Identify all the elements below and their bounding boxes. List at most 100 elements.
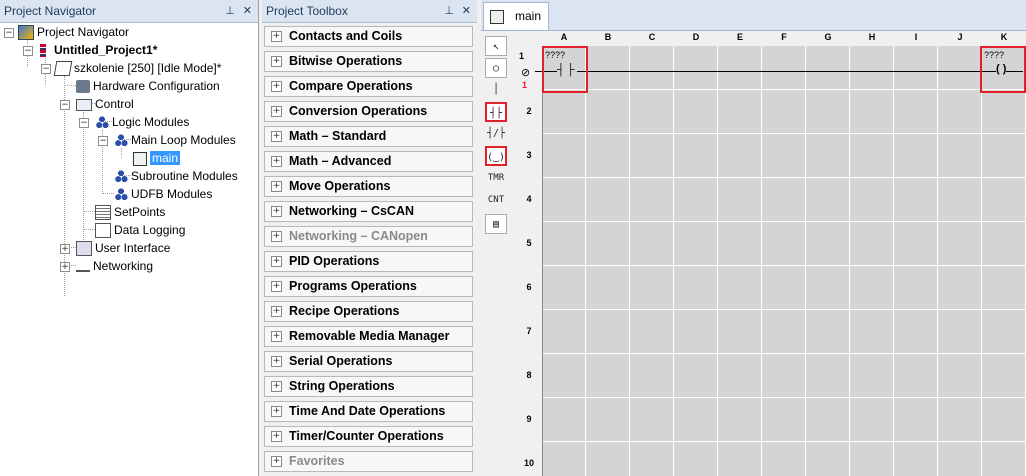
column-label: J (957, 32, 963, 42)
collapse-toggle[interactable]: − (4, 28, 14, 38)
power-flow-icon: ⊘ (521, 67, 531, 79)
coil-operand: ???? (984, 50, 1005, 60)
tree-item-udfb-modules[interactable]: UDFB Modules (114, 186, 212, 203)
toolbox-group[interactable]: + Timer/Counter Operations (264, 426, 473, 447)
pin-icon[interactable]: ⊥ (444, 5, 454, 17)
toolbox-group[interactable]: + String Operations (264, 376, 473, 397)
expand-icon: + (271, 306, 282, 317)
tree-item-project[interactable]: Untitled_Project1* (37, 42, 157, 59)
expand-icon: + (271, 31, 282, 42)
normally-open-contact-button[interactable]: ┤├ (485, 102, 507, 122)
expand-icon: + (271, 181, 282, 192)
project-toolbox-panel: Project Toolbox ⊥ ✕ + Contacts and Coils + B… (262, 0, 477, 476)
project-navigator-icon (18, 25, 34, 41)
toolbox-group-label: Favorites (289, 454, 345, 468)
tree-item-main-loop-modules[interactable]: Main Loop Modules (114, 132, 236, 149)
column-label: A (560, 32, 568, 42)
expand-toggle[interactable]: + (60, 244, 70, 254)
tree-item-logic-modules[interactable]: Logic Modules (95, 114, 189, 131)
tree-item-main[interactable]: main (133, 150, 181, 167)
tree-item-data-logging[interactable]: Data Logging (95, 222, 185, 239)
row-label: 5 (526, 238, 532, 248)
coil-symbol: ( ) (996, 63, 1007, 75)
pin-icon[interactable]: ⊥ (225, 5, 235, 17)
collapse-toggle[interactable]: − (98, 136, 108, 146)
tree-item-user-interface[interactable]: User Interface (76, 240, 170, 257)
ladder-editor: main ↖ ○ │ ┤├ ┤/├ (‿) TMR CNT ▤ A B C D E F G H… (481, 0, 1026, 476)
toolbox-group[interactable]: + Programs Operations (264, 276, 473, 297)
expand-icon: + (271, 131, 282, 142)
expand-icon: + (271, 106, 282, 117)
project-toolbox-titlebar: Project Toolbox ⊥ ✕ (262, 0, 477, 23)
row-label: 10 (523, 458, 534, 468)
vertical-wire-icon: │ (492, 84, 500, 95)
toolbox-group[interactable]: + Bitwise Operations (264, 51, 473, 72)
modules-icon (114, 134, 128, 148)
tree-item-control[interactable]: Control (76, 96, 134, 113)
close-icon[interactable]: ✕ (243, 5, 252, 17)
toolbox-group[interactable]: + Conversion Operations (264, 101, 473, 122)
toolbox-group-label: Contacts and Coils (289, 29, 403, 43)
tree-item-setpoints[interactable]: SetPoints (95, 204, 165, 221)
collapse-toggle[interactable]: − (23, 46, 33, 56)
toolbox-group-label: Math – Advanced (289, 154, 392, 168)
setpoints-icon (95, 205, 111, 221)
close-icon[interactable]: ✕ (462, 5, 471, 17)
toolbox-group[interactable]: + Favorites (264, 451, 473, 472)
toolbox-group[interactable]: + Math – Advanced (264, 151, 473, 172)
expand-icon: + (271, 56, 282, 67)
toolbox-group[interactable]: + Time And Date Operations (264, 401, 473, 422)
data-logging-icon (95, 223, 111, 239)
row-label: 2 (526, 106, 532, 116)
tree-item-networking[interactable]: Networking (76, 258, 153, 275)
toolbox-group-label: Networking – CsCAN (289, 204, 415, 218)
function-block-button[interactable]: ▤ (485, 214, 507, 234)
expand-icon: + (271, 331, 282, 342)
ladder-file-icon (133, 151, 147, 166)
collapse-toggle[interactable]: − (60, 100, 70, 110)
tab-main[interactable]: main (483, 2, 549, 30)
vertical-wire-button[interactable]: │ (485, 80, 507, 100)
toolbox-group[interactable]: + Networking – CsCAN (264, 201, 473, 222)
expand-icon: + (271, 81, 282, 92)
coil-button[interactable]: (‿) (485, 146, 507, 166)
tree-item-subroutine-modules[interactable]: Subroutine Modules (114, 168, 238, 185)
toolbox-group[interactable]: + Serial Operations (264, 351, 473, 372)
rung-index-label: 1 (522, 80, 528, 90)
counter-icon: CNT (487, 195, 505, 205)
comment-button[interactable]: ○ (485, 58, 507, 78)
expand-icon: + (271, 431, 282, 442)
expand-icon: + (271, 156, 282, 167)
column-label: I (914, 32, 918, 42)
ladder-file-icon (490, 10, 504, 24)
collapse-toggle[interactable]: − (79, 118, 89, 128)
expand-icon: + (271, 206, 282, 217)
normally-closed-contact-button[interactable]: ┤/├ (485, 124, 507, 144)
toolbox-group[interactable]: + PID Operations (264, 251, 473, 272)
user-interface-icon (76, 241, 92, 257)
expand-toggle[interactable]: + (60, 262, 70, 272)
toolbox-group[interactable]: + Recipe Operations (264, 301, 473, 322)
toolbox-group[interactable]: + Contacts and Coils (264, 26, 473, 47)
editor-tabbar: main (481, 0, 1026, 31)
row-label: 4 (526, 194, 532, 204)
monitor-icon (76, 98, 92, 111)
left-power-rail (542, 46, 543, 476)
toolbox-group[interactable]: + Networking – CANopen (264, 226, 473, 247)
toolbox-group[interactable]: + Compare Operations (264, 76, 473, 97)
toolbox-group[interactable]: + Move Operations (264, 176, 473, 197)
tree-item-controller[interactable]: szkolenie [250] [Idle Mode]* (53, 60, 221, 77)
tree-item-project-navigator[interactable]: Project Navigator (18, 24, 129, 41)
counter-button[interactable]: CNT (485, 190, 507, 210)
column-label: F (781, 32, 787, 42)
collapse-toggle[interactable]: − (41, 64, 51, 74)
toolbox-group[interactable]: + Removable Media Manager (264, 326, 473, 347)
toolbox-group[interactable]: + Math – Standard (264, 126, 473, 147)
ladder-grid[interactable] (542, 46, 1026, 476)
expand-icon: + (271, 231, 282, 242)
coil-icon: (‿) (487, 152, 506, 163)
timer-button[interactable]: TMR (485, 168, 507, 188)
toolbox-group-label: Timer/Counter Operations (289, 429, 444, 443)
select-pointer-button[interactable]: ↖ (485, 36, 507, 56)
tree-item-hardware-configuration[interactable]: Hardware Configuration (76, 78, 220, 95)
